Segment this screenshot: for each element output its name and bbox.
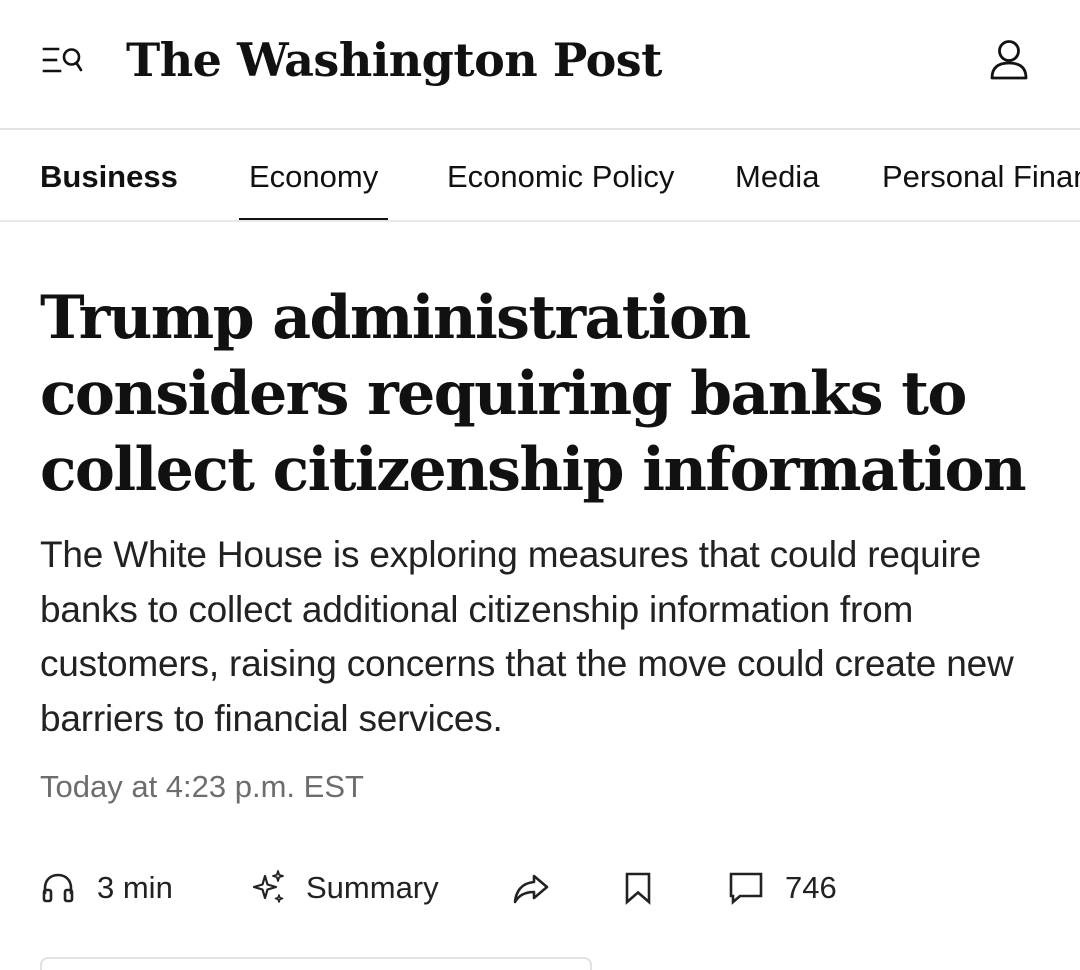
menu-search-button[interactable] <box>36 36 88 88</box>
sparkle-icon <box>252 870 284 903</box>
article-dek: The White House is exploring measures th… <box>40 534 1014 739</box>
share-button[interactable] <box>511 862 551 914</box>
share-arrow-icon <box>513 874 549 904</box>
next-content-card[interactable] <box>40 957 592 970</box>
save-button[interactable] <box>620 862 656 914</box>
summary-label: Summary <box>306 870 439 905</box>
article-page: The Washington Post Business Economy Eco… <box>0 0 1080 970</box>
bookmark-icon <box>625 872 651 905</box>
comment-count: 746 <box>785 870 837 905</box>
comments-button[interactable]: 746 <box>727 862 837 914</box>
nav-item-economy[interactable]: Economy <box>238 130 389 220</box>
listen-duration: 3 min <box>97 870 173 905</box>
account-button[interactable] <box>982 34 1036 88</box>
publish-timestamp: Today at 4:23 p.m. EST <box>40 769 364 804</box>
comment-icon <box>729 872 763 905</box>
nav-item-economic-policy[interactable]: Economic Policy <box>447 130 674 220</box>
menu-search-icon <box>42 47 83 73</box>
article-headline: Trump administration considers requiring… <box>40 283 1027 505</box>
top-header: The Washington Post <box>0 0 1080 130</box>
masthead-logo[interactable]: The Washington Post <box>126 30 662 90</box>
section-nav: Business Economy Economic Policy Media P… <box>0 130 1080 222</box>
summary-button[interactable]: Summary <box>248 862 439 914</box>
headphones-icon <box>42 873 74 903</box>
nav-item-personal-finance[interactable]: Personal Finance <box>882 130 1080 220</box>
listen-button[interactable]: 3 min <box>40 862 173 914</box>
user-icon <box>990 40 1028 80</box>
nav-item-business[interactable]: Business <box>40 130 178 220</box>
nav-item-media[interactable]: Media <box>735 130 819 220</box>
